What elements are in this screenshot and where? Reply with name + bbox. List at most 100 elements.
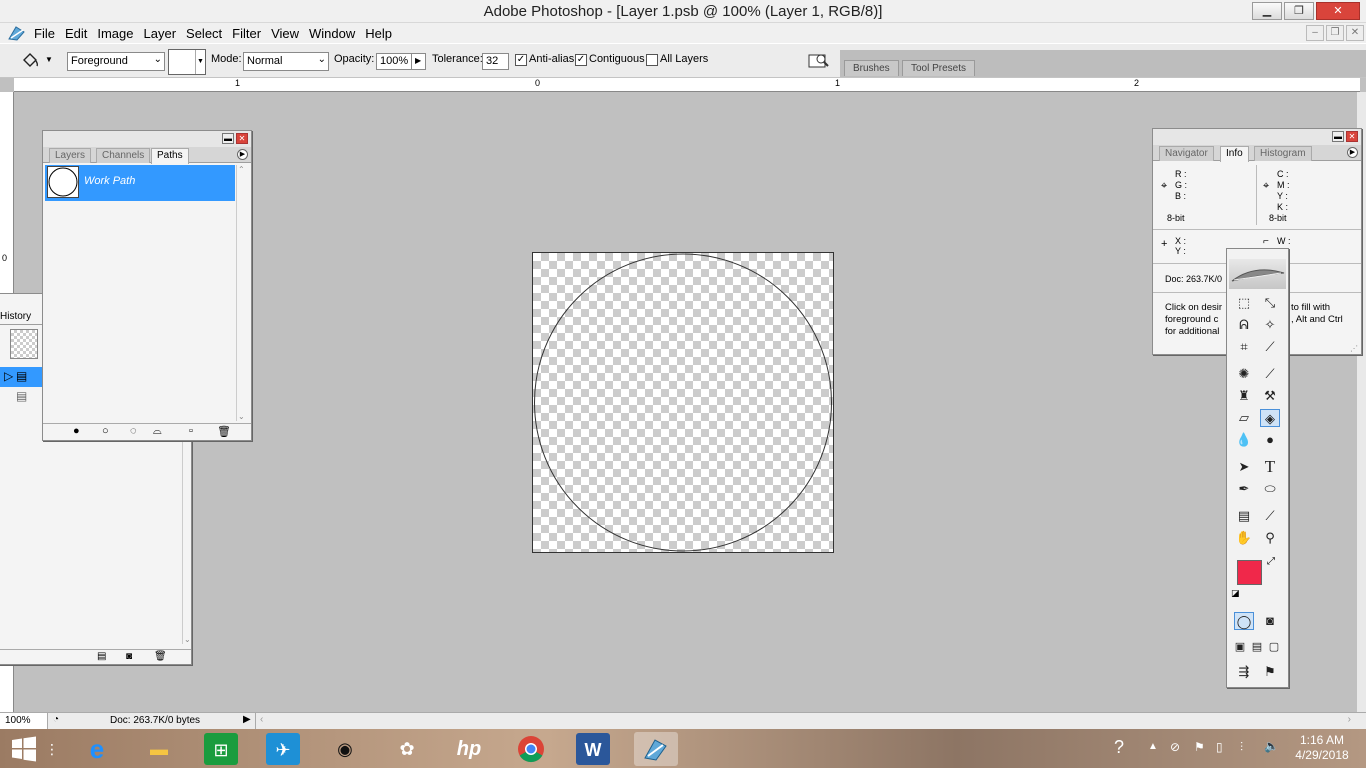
paths-scrollbar[interactable]: ⌃ ⌄ (236, 165, 247, 421)
file-browser-icon[interactable] (807, 51, 829, 71)
feather-logo-icon[interactable] (1229, 259, 1286, 289)
imageready-icon[interactable]: ⚑ (1260, 663, 1280, 681)
tab-history[interactable]: History (0, 311, 31, 322)
task-view-icon[interactable]: ⋮ (40, 732, 64, 766)
blur-tool-icon[interactable]: 💧 (1234, 431, 1254, 449)
file-explorer-icon[interactable]: ▬ (140, 732, 178, 766)
history-brush-tool-icon[interactable]: ⚒ (1260, 387, 1280, 405)
eyedropper-tool-icon[interactable]: ⟋ (1260, 507, 1280, 525)
doc-restore-button[interactable]: ❐ (1326, 25, 1344, 41)
menu-help[interactable]: Help (365, 26, 400, 41)
history-state[interactable]: ▤ (0, 387, 42, 407)
tab-info[interactable]: Info (1220, 146, 1249, 162)
opacity-input[interactable]: 100% (376, 53, 412, 70)
trash-icon[interactable]: 🗑 (217, 425, 231, 438)
menu-file[interactable]: File (34, 26, 63, 41)
lasso-tool-icon[interactable]: ᕱ (1234, 316, 1254, 334)
tab-tool-presets[interactable]: Tool Presets (902, 60, 976, 76)
screen-mode-full-icon[interactable]: ▢ (1266, 638, 1282, 656)
restore-button[interactable]: ❐ (1284, 2, 1314, 20)
burn-tool-icon[interactable]: ● (1260, 431, 1280, 449)
swap-colors-icon[interactable]: ⤢ (1267, 556, 1275, 567)
photoshop-logo-icon[interactable] (6, 24, 28, 42)
make-work-path-icon[interactable]: ⌓ (153, 425, 162, 438)
panel-menu-icon[interactable]: ▶ (237, 149, 248, 160)
default-colors-icon[interactable]: ◪ (1231, 588, 1240, 599)
menu-window[interactable]: Window (309, 26, 363, 41)
jump-to-imageready-icon[interactable]: ⇶ (1234, 663, 1254, 681)
ellipse-tool-icon[interactable]: ⬭ (1260, 480, 1280, 498)
path-row-work-path[interactable]: Work Path (45, 165, 235, 201)
menu-image[interactable]: Image (97, 26, 141, 41)
scroll-down-icon[interactable]: ⌄ (184, 635, 191, 644)
chrome-icon[interactable] (512, 732, 550, 766)
doc-close-button[interactable]: ✕ (1346, 25, 1364, 41)
scroll-right-icon[interactable]: › (1348, 714, 1351, 725)
new-path-icon[interactable]: ▫ (189, 425, 193, 437)
tool-preset-arrow-icon[interactable]: ▼ (45, 55, 53, 64)
resize-grip-icon[interactable]: ⋰ (1350, 344, 1358, 353)
type-tool-icon[interactable]: T (1260, 458, 1280, 476)
screen-mode-standard-icon[interactable]: ▣ (1232, 638, 1248, 656)
help-icon[interactable]: ? (1114, 737, 1124, 758)
panel-minimize-icon[interactable]: ▬ (222, 133, 234, 144)
slice-tool-icon[interactable]: ⟋ (1260, 338, 1280, 356)
crop-tool-icon[interactable]: ⌗ (1234, 338, 1254, 356)
scroll-up-icon[interactable]: ⌃ (238, 165, 245, 174)
battery-icon[interactable]: ▯ (1216, 740, 1223, 754)
menu-select[interactable]: Select (186, 26, 230, 41)
network-status-icon[interactable]: ⊘ (1170, 740, 1180, 754)
hand-tool-icon[interactable]: ✋ (1234, 529, 1254, 547)
opacity-slider-arrow-icon[interactable]: ▶ (411, 53, 426, 70)
camera-icon[interactable]: ◙ (126, 651, 132, 662)
pen-tool-icon[interactable]: ✒ (1234, 480, 1254, 498)
tab-brushes[interactable]: Brushes (844, 60, 899, 76)
show-hidden-icons-icon[interactable]: ▲ (1148, 741, 1158, 752)
tab-layers[interactable]: Layers (49, 148, 92, 163)
screen-mode-fullmenu-icon[interactable]: ▤ (1249, 638, 1265, 656)
horizontal-scrollbar[interactable]: ‹ › (255, 713, 1355, 729)
hp-icon[interactable]: hp (450, 732, 488, 766)
tab-histogram[interactable]: Histogram (1254, 146, 1312, 161)
photos-app-icon[interactable]: ✿ (388, 732, 426, 766)
photoshop-icon[interactable] (634, 732, 678, 766)
tolerance-input[interactable]: 32 (482, 53, 509, 70)
internet-explorer-icon[interactable]: e (78, 732, 116, 766)
tab-channels[interactable]: Channels (96, 148, 151, 163)
healing-brush-tool-icon[interactable]: ✺ (1234, 365, 1254, 383)
tab-navigator[interactable]: Navigator (1159, 146, 1214, 161)
contiguous-checkbox[interactable]: ✓ (575, 54, 587, 66)
brush-tool-icon[interactable]: ⟋ (1260, 365, 1280, 383)
standard-mode-icon[interactable]: ◯ (1234, 612, 1254, 630)
panel-menu-icon[interactable]: ▶ (1347, 147, 1358, 158)
start-icon[interactable] (5, 732, 43, 766)
pattern-picker[interactable]: ▼ (168, 49, 206, 75)
doc-minimize-button[interactable]: – (1306, 25, 1324, 41)
panel-minimize-icon[interactable]: ▬ (1332, 131, 1344, 142)
magic-wand-tool-icon[interactable]: ✧ (1260, 316, 1280, 334)
eraser-tool-icon[interactable]: ▱ (1234, 409, 1254, 427)
trash-icon[interactable]: 🗑 (154, 651, 167, 662)
move-tool-icon[interactable]: ⤡ (1260, 294, 1280, 312)
scroll-down-icon[interactable]: ⌄ (238, 412, 245, 421)
menu-layer[interactable]: Layer (144, 26, 185, 41)
snapshot-thumbnail[interactable] (10, 329, 38, 359)
antialias-checkbox[interactable]: ✓ (515, 54, 527, 66)
marquee-tool-icon[interactable]: ⬚ (1234, 294, 1254, 312)
tab-paths[interactable]: Paths (151, 148, 189, 164)
scroll-left-icon[interactable]: ‹ (260, 714, 263, 725)
zoom-tool-icon[interactable]: ⚲ (1260, 529, 1280, 547)
all-layers-checkbox[interactable] (646, 54, 658, 66)
stroke-path-icon[interactable]: ○ (102, 425, 109, 437)
fill-path-icon[interactable]: ● (73, 425, 80, 437)
panel-close-icon[interactable]: ✕ (236, 133, 248, 144)
pattern-dropdown-icon[interactable]: ▼ (195, 50, 205, 74)
minimize-button[interactable]: ▁ (1252, 2, 1282, 20)
new-document-icon[interactable]: ▤ (97, 651, 106, 662)
clock[interactable]: 1:16 AM 4/29/2018 (1294, 733, 1350, 763)
panel-close-icon[interactable]: ✕ (1346, 131, 1358, 142)
zoom-field[interactable]: 100% (0, 713, 48, 729)
mode-select[interactable]: Normal ⌄ (243, 52, 329, 71)
notes-tool-icon[interactable]: ▤ (1234, 507, 1254, 525)
status-info-icon[interactable]: ◔ (53, 714, 59, 725)
